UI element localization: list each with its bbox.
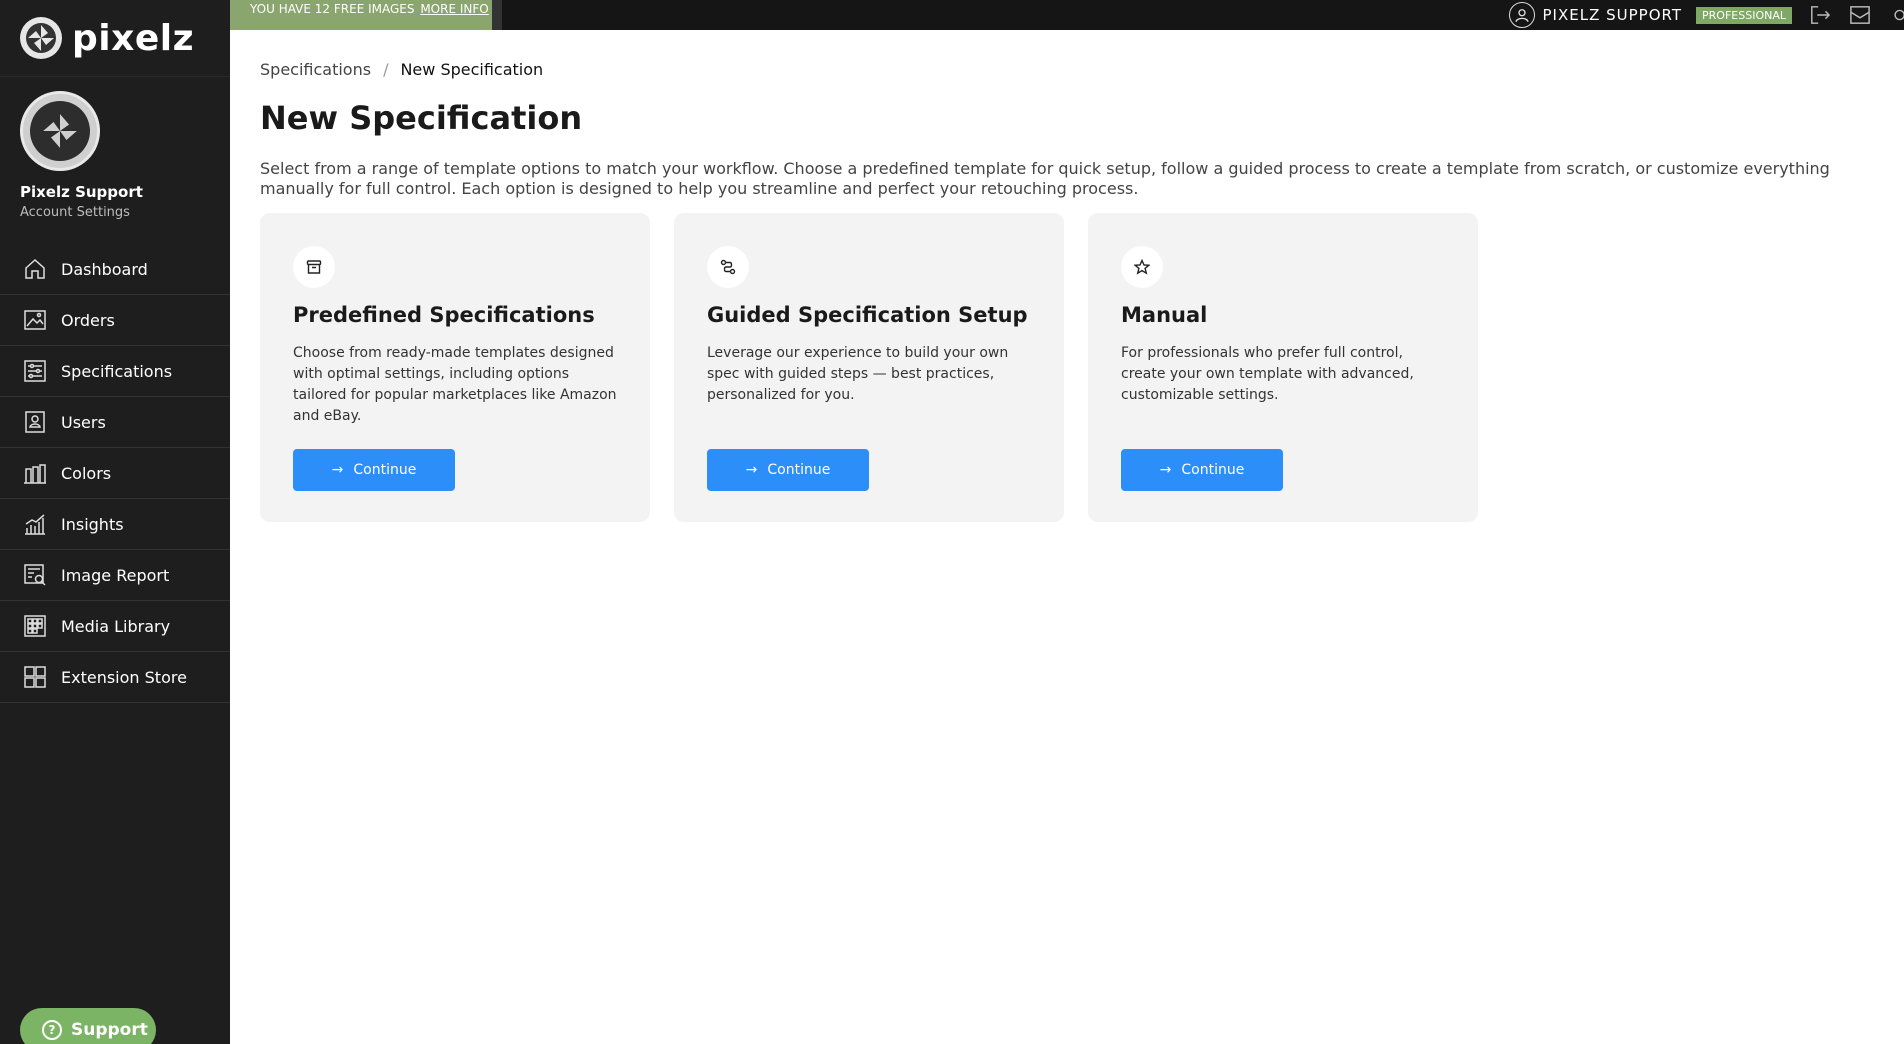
pixelz-logo-icon (20, 17, 62, 59)
plan-badge: PROFESSIONAL (1696, 6, 1792, 24)
mail-icon[interactable] (1848, 4, 1872, 26)
grid-icon (22, 613, 48, 639)
sliders-icon (22, 358, 48, 384)
promo-text: YOU HAVE 12 FREE IMAGES (250, 2, 415, 16)
sidebar-item-label: Dashboard (61, 259, 148, 279)
card-guided-specification-setup: Guided Specification Setup Leverage our … (674, 213, 1064, 522)
sidebar-item-dashboard[interactable]: Dashboard (0, 244, 230, 295)
sidebar-item-label: Specifications (61, 361, 173, 381)
card-description: Leverage our experience to build your ow… (707, 345, 1009, 403)
brand-logo[interactable]: pixelz (0, 0, 230, 77)
sidebar-item-insights[interactable]: Insights (0, 499, 230, 550)
sidebar-item-extension-store[interactable]: Extension Store (0, 652, 230, 703)
sidebar-item-label: Orders (61, 310, 115, 330)
breadcrumb-specifications-link[interactable]: Specifications (260, 60, 371, 79)
image-icon (22, 307, 48, 333)
user-icon[interactable] (1508, 2, 1535, 28)
sidebar-item-users[interactable]: Users (0, 397, 230, 448)
continue-button-guided[interactable]: → Continue (707, 449, 869, 491)
brand-name: pixelz (72, 17, 195, 59)
profile-name: Pixelz Support (20, 183, 143, 201)
breadcrumb-separator: / (383, 60, 389, 79)
banner-divider (492, 0, 502, 30)
free-images-banner: YOU HAVE 12 FREE IMAGES MORE INFO (230, 0, 492, 30)
archive-box-icon (293, 246, 335, 288)
sidebar-item-label: Extension Store (61, 667, 187, 687)
card-title: Manual (1121, 303, 1208, 327)
continue-label: Continue (767, 462, 831, 478)
apps-icon (22, 664, 48, 690)
sidebar-item-image-report[interactable]: Image Report (0, 550, 230, 601)
arrow-right-icon: → (1159, 462, 1172, 478)
card-title: Guided Specification Setup (707, 303, 1028, 327)
logout-icon[interactable] (1808, 4, 1832, 26)
card-predefined-specifications: Predefined Specifications Choose from re… (260, 213, 650, 522)
card-manual: Manual For professionals who prefer full… (1088, 213, 1478, 522)
continue-label: Continue (1181, 462, 1245, 478)
help-icon: ? (42, 1020, 62, 1040)
page-description: Select from a range of template options … (260, 159, 1830, 198)
sidebar-item-label: Image Report (61, 565, 170, 585)
more-info-link[interactable]: MORE INFO (420, 2, 488, 16)
star-icon (1121, 246, 1163, 288)
sidebar-item-label: Colors (61, 463, 112, 483)
user-area: PIXELZ SUPPORT PROFESSIONAL (1508, 0, 1904, 30)
card-description: Choose from ready-made templates designe… (293, 345, 617, 424)
sidebar-item-media-library[interactable]: Media Library (0, 601, 230, 652)
profile-section[interactable]: Pixelz Support Account Settings (0, 77, 230, 234)
card-description: For professionals who prefer full contro… (1121, 345, 1414, 403)
continue-button-predefined[interactable]: → Continue (293, 449, 455, 491)
sidebar-item-label: Media Library (61, 616, 171, 636)
swatches-icon (22, 460, 48, 486)
support-label: Support (71, 1020, 148, 1040)
user-card-icon (22, 409, 48, 435)
report-search-icon (22, 562, 48, 588)
route-icon (707, 246, 749, 288)
page-title: New Specification (260, 99, 583, 137)
continue-label: Continue (353, 462, 417, 478)
user-name[interactable]: PIXELZ SUPPORT (1543, 6, 1683, 24)
continue-button-manual[interactable]: → Continue (1121, 449, 1283, 491)
sidebar-nav: Dashboard Orders Specifications Users Co… (0, 244, 230, 703)
account-settings-link[interactable]: Account Settings (20, 205, 210, 220)
sidebar-item-colors[interactable]: Colors (0, 448, 230, 499)
breadcrumb-current: New Specification (400, 60, 544, 79)
main-content: Specifications / New Specification New S… (260, 30, 1890, 522)
sidebar-item-label: Users (61, 412, 106, 432)
breadcrumb: Specifications / New Specification (260, 60, 1890, 79)
home-icon (22, 256, 48, 282)
support-button[interactable]: ? Support (20, 1008, 156, 1044)
sidebar-item-label: Insights (61, 514, 124, 534)
top-bar: YOU HAVE 12 FREE IMAGES MORE INFO PIXELZ… (230, 0, 1904, 30)
sidebar-item-specifications[interactable]: Specifications (0, 346, 230, 397)
option-cards: Predefined Specifications Choose from re… (260, 213, 1890, 522)
avatar[interactable] (20, 91, 100, 171)
sidebar: pixelz Pixelz Support Account Settings D… (0, 0, 230, 1044)
arrow-right-icon: → (745, 462, 758, 478)
settings-icon[interactable] (1888, 4, 1904, 26)
card-title: Predefined Specifications (293, 303, 595, 327)
sidebar-item-orders[interactable]: Orders (0, 295, 230, 346)
chart-icon (22, 511, 48, 537)
arrow-right-icon: → (331, 462, 344, 478)
